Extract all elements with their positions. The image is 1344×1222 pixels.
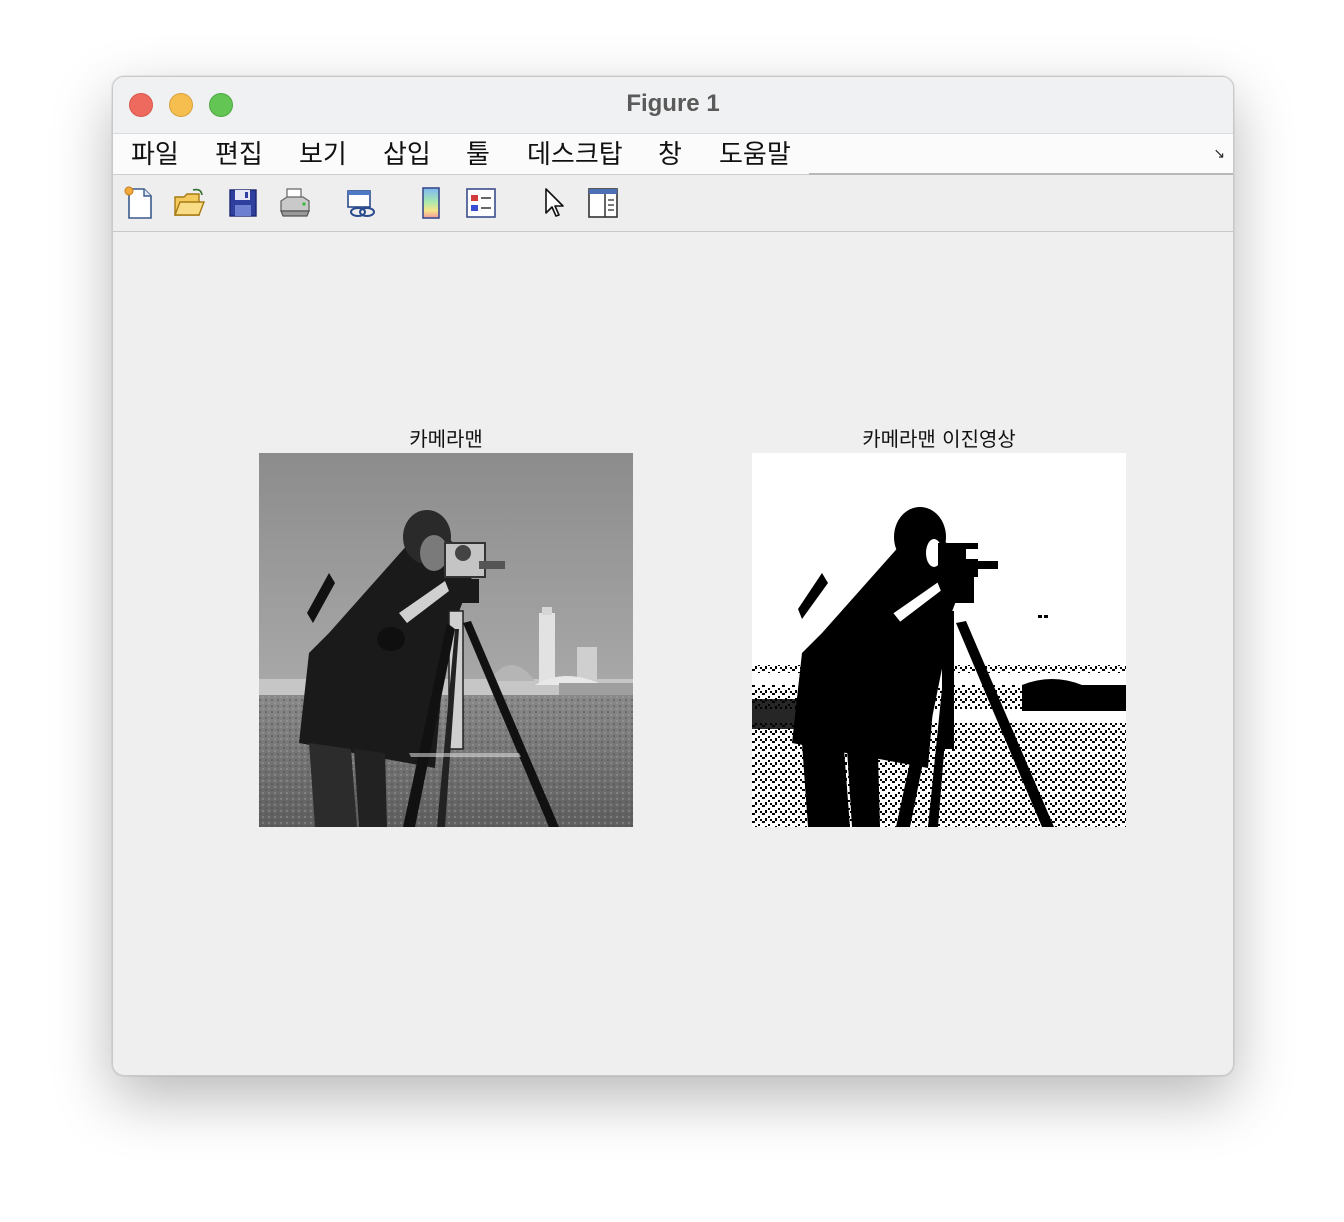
menu-edit[interactable]: 편집 <box>215 134 263 174</box>
menu-tools[interactable]: 툴 <box>466 134 490 174</box>
axes-title-grayscale: 카메라맨 <box>409 427 483 451</box>
menu-help[interactable]: 도움말 <box>719 134 791 174</box>
undock-arrow-icon[interactable]: ↘ <box>1213 146 1225 162</box>
menu-desktop[interactable]: 데스크탑 <box>527 134 623 174</box>
cameraman-binary-image[interactable] <box>752 453 1126 827</box>
menu-view[interactable]: 보기 <box>299 134 347 174</box>
print-icon[interactable] <box>277 185 313 221</box>
save-icon[interactable] <box>225 185 261 221</box>
new-figure-icon[interactable] <box>121 185 157 221</box>
property-inspector-icon[interactable] <box>585 185 621 221</box>
edit-plot-cursor-icon[interactable] <box>535 185 571 221</box>
figure-window: Figure 1 파일 편집 보기 삽입 툴 데스크탑 창 도움말 ↘ 카메라맨… <box>112 76 1234 1076</box>
link-plot-icon[interactable] <box>343 185 379 221</box>
menu-insert[interactable]: 삽입 <box>383 134 431 174</box>
insert-colorbar-icon[interactable] <box>413 185 449 221</box>
axes-title-binary: 카메라맨 이진영상 <box>862 427 1016 451</box>
menu-window[interactable]: 창 <box>658 134 682 174</box>
window-title: Figure 1 <box>626 90 720 117</box>
menu-file[interactable]: 파일 <box>131 134 179 174</box>
figure-toolbar <box>113 175 1233 232</box>
cameraman-grayscale-image[interactable] <box>259 453 633 827</box>
open-file-icon[interactable] <box>171 185 207 221</box>
menu-bar: 파일 편집 보기 삽입 툴 데스크탑 창 도움말 ↘ <box>113 134 1233 175</box>
insert-legend-icon[interactable] <box>463 185 499 221</box>
title-bar[interactable]: Figure 1 <box>113 77 1233 134</box>
